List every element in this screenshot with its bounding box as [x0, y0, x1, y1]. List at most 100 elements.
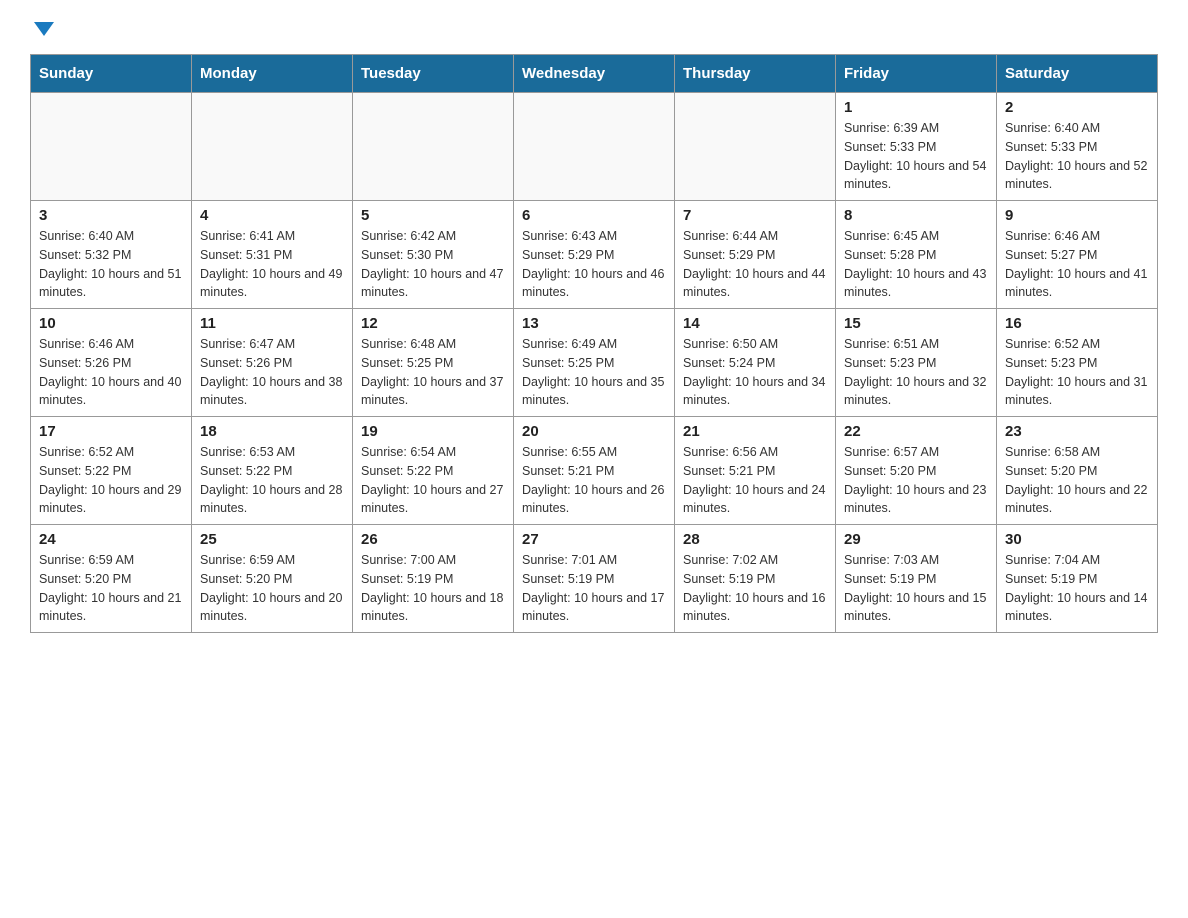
day-number: 19	[361, 423, 505, 440]
calendar-cell: 27Sunrise: 7:01 AMSunset: 5:19 PMDayligh…	[514, 525, 675, 633]
calendar-cell: 10 Sunrise: 6:46 AMSunset: 5:26 PMDayligh…	[31, 309, 192, 417]
calendar-cell: 3Sunrise: 6:40 AMSunset: 5:32 PMDaylight…	[31, 201, 192, 309]
day-info: Sunrise: 6:56 AMSunset: 5:21 PMDaylight:…	[683, 443, 827, 518]
calendar-cell: 20 Sunrise: 6:55 AMSunset: 5:21 PMDayligh…	[514, 417, 675, 525]
calendar-week-row: 3Sunrise: 6:40 AMSunset: 5:32 PMDaylight…	[31, 201, 1158, 309]
weekday-header-friday: Friday	[836, 55, 997, 93]
day-info: Sunrise: 6:40 AMSunset: 5:32 PMDaylight:…	[39, 227, 183, 302]
calendar-cell: 21 Sunrise: 6:56 AMSunset: 5:21 PMDayligh…	[675, 417, 836, 525]
day-number: 8	[844, 207, 988, 224]
calendar-table: SundayMondayTuesdayWednesdayThursdayFrid…	[30, 54, 1158, 633]
calendar-cell	[353, 93, 514, 201]
calendar-cell: 22 Sunrise: 6:57 AMSunset: 5:20 PMDayligh…	[836, 417, 997, 525]
calendar-cell: 2 Sunrise: 6:40 AMSunset: 5:33 PMDaylight…	[997, 93, 1158, 201]
day-number: 13	[522, 315, 666, 332]
day-number: 7	[683, 207, 827, 224]
day-info: Sunrise: 6:59 AMSunset: 5:20 PMDaylight:…	[200, 551, 344, 626]
day-number: 20	[522, 423, 666, 440]
day-info: Sunrise: 6:49 AMSunset: 5:25 PMDaylight:…	[522, 335, 666, 410]
day-number: 2	[1005, 99, 1149, 116]
day-info: Sunrise: 6:39 AMSunset: 5:33 PMDaylight:…	[844, 119, 988, 194]
calendar-cell: 19 Sunrise: 6:54 AMSunset: 5:22 PMDayligh…	[353, 417, 514, 525]
calendar-cell: 8 Sunrise: 6:45 AMSunset: 5:28 PMDaylight…	[836, 201, 997, 309]
calendar-cell	[31, 93, 192, 201]
weekday-header-wednesday: Wednesday	[514, 55, 675, 93]
day-info: Sunrise: 7:02 AMSunset: 5:19 PMDaylight:…	[683, 551, 827, 626]
day-info: Sunrise: 6:46 AMSunset: 5:27 PMDaylight:…	[1005, 227, 1149, 302]
day-number: 11	[200, 315, 344, 332]
calendar-week-row: 10 Sunrise: 6:46 AMSunset: 5:26 PMDayligh…	[31, 309, 1158, 417]
calendar-cell: 16Sunrise: 6:52 AMSunset: 5:23 PMDayligh…	[997, 309, 1158, 417]
calendar-cell: 13 Sunrise: 6:49 AMSunset: 5:25 PMDayligh…	[514, 309, 675, 417]
calendar-cell: 26 Sunrise: 7:00 AMSunset: 5:19 PMDayligh…	[353, 525, 514, 633]
weekday-header-sunday: Sunday	[31, 55, 192, 93]
calendar-cell: 11 Sunrise: 6:47 AMSunset: 5:26 PMDayligh…	[192, 309, 353, 417]
day-number: 23	[1005, 423, 1149, 440]
day-info: Sunrise: 7:03 AMSunset: 5:19 PMDaylight:…	[844, 551, 988, 626]
day-info: Sunrise: 6:41 AMSunset: 5:31 PMDaylight:…	[200, 227, 344, 302]
day-info: Sunrise: 6:42 AMSunset: 5:30 PMDaylight:…	[361, 227, 505, 302]
calendar-cell: 9 Sunrise: 6:46 AMSunset: 5:27 PMDaylight…	[997, 201, 1158, 309]
calendar-cell: 7Sunrise: 6:44 AMSunset: 5:29 PMDaylight…	[675, 201, 836, 309]
day-info: Sunrise: 7:04 AMSunset: 5:19 PMDaylight:…	[1005, 551, 1149, 626]
day-info: Sunrise: 6:50 AMSunset: 5:24 PMDaylight:…	[683, 335, 827, 410]
weekday-header-row: SundayMondayTuesdayWednesdayThursdayFrid…	[31, 55, 1158, 93]
calendar-cell: 6Sunrise: 6:43 AMSunset: 5:29 PMDaylight…	[514, 201, 675, 309]
day-number: 9	[1005, 207, 1149, 224]
logo-triangle-icon	[34, 22, 54, 36]
day-info: Sunrise: 6:57 AMSunset: 5:20 PMDaylight:…	[844, 443, 988, 518]
calendar-week-row: 24 Sunrise: 6:59 AMSunset: 5:20 PMDayligh…	[31, 525, 1158, 633]
day-number: 14	[683, 315, 827, 332]
day-number: 4	[200, 207, 344, 224]
day-info: Sunrise: 6:46 AMSunset: 5:26 PMDaylight:…	[39, 335, 183, 410]
day-info: Sunrise: 6:58 AMSunset: 5:20 PMDaylight:…	[1005, 443, 1149, 518]
day-info: Sunrise: 6:53 AMSunset: 5:22 PMDaylight:…	[200, 443, 344, 518]
day-info: Sunrise: 6:55 AMSunset: 5:21 PMDaylight:…	[522, 443, 666, 518]
day-info: Sunrise: 7:00 AMSunset: 5:19 PMDaylight:…	[361, 551, 505, 626]
calendar-cell: 30Sunrise: 7:04 AMSunset: 5:19 PMDayligh…	[997, 525, 1158, 633]
day-info: Sunrise: 6:52 AMSunset: 5:22 PMDaylight:…	[39, 443, 183, 518]
day-info: Sunrise: 6:51 AMSunset: 5:23 PMDaylight:…	[844, 335, 988, 410]
calendar-cell: 14 Sunrise: 6:50 AMSunset: 5:24 PMDayligh…	[675, 309, 836, 417]
day-number: 1	[844, 99, 988, 116]
weekday-header-tuesday: Tuesday	[353, 55, 514, 93]
day-info: Sunrise: 7:01 AMSunset: 5:19 PMDaylight:…	[522, 551, 666, 626]
day-info: Sunrise: 6:54 AMSunset: 5:22 PMDaylight:…	[361, 443, 505, 518]
day-number: 5	[361, 207, 505, 224]
day-info: Sunrise: 6:52 AMSunset: 5:23 PMDaylight:…	[1005, 335, 1149, 410]
calendar-cell	[514, 93, 675, 201]
day-number: 10	[39, 315, 183, 332]
day-number: 29	[844, 531, 988, 548]
calendar-cell: 4 Sunrise: 6:41 AMSunset: 5:31 PMDaylight…	[192, 201, 353, 309]
weekday-header-saturday: Saturday	[997, 55, 1158, 93]
day-info: Sunrise: 6:40 AMSunset: 5:33 PMDaylight:…	[1005, 119, 1149, 194]
day-info: Sunrise: 6:59 AMSunset: 5:20 PMDaylight:…	[39, 551, 183, 626]
day-number: 26	[361, 531, 505, 548]
calendar-cell: 24 Sunrise: 6:59 AMSunset: 5:20 PMDayligh…	[31, 525, 192, 633]
calendar-cell	[675, 93, 836, 201]
day-number: 21	[683, 423, 827, 440]
calendar-cell: 5 Sunrise: 6:42 AMSunset: 5:30 PMDaylight…	[353, 201, 514, 309]
weekday-header-thursday: Thursday	[675, 55, 836, 93]
day-number: 15	[844, 315, 988, 332]
calendar-cell: 29 Sunrise: 7:03 AMSunset: 5:19 PMDayligh…	[836, 525, 997, 633]
calendar-cell: 17Sunrise: 6:52 AMSunset: 5:22 PMDayligh…	[31, 417, 192, 525]
day-number: 6	[522, 207, 666, 224]
header	[30, 20, 1158, 36]
calendar-week-row: 1 Sunrise: 6:39 AMSunset: 5:33 PMDaylight…	[31, 93, 1158, 201]
day-info: Sunrise: 6:45 AMSunset: 5:28 PMDaylight:…	[844, 227, 988, 302]
day-number: 22	[844, 423, 988, 440]
calendar-cell: 23 Sunrise: 6:58 AMSunset: 5:20 PMDayligh…	[997, 417, 1158, 525]
calendar-cell	[192, 93, 353, 201]
day-number: 18	[200, 423, 344, 440]
calendar-cell: 18 Sunrise: 6:53 AMSunset: 5:22 PMDayligh…	[192, 417, 353, 525]
day-number: 25	[200, 531, 344, 548]
calendar-cell: 1 Sunrise: 6:39 AMSunset: 5:33 PMDaylight…	[836, 93, 997, 201]
day-info: Sunrise: 6:47 AMSunset: 5:26 PMDaylight:…	[200, 335, 344, 410]
day-number: 28	[683, 531, 827, 548]
day-info: Sunrise: 6:48 AMSunset: 5:25 PMDaylight:…	[361, 335, 505, 410]
calendar-cell: 12Sunrise: 6:48 AMSunset: 5:25 PMDayligh…	[353, 309, 514, 417]
day-number: 24	[39, 531, 183, 548]
calendar-week-row: 17Sunrise: 6:52 AMSunset: 5:22 PMDayligh…	[31, 417, 1158, 525]
calendar-cell: 25 Sunrise: 6:59 AMSunset: 5:20 PMDayligh…	[192, 525, 353, 633]
